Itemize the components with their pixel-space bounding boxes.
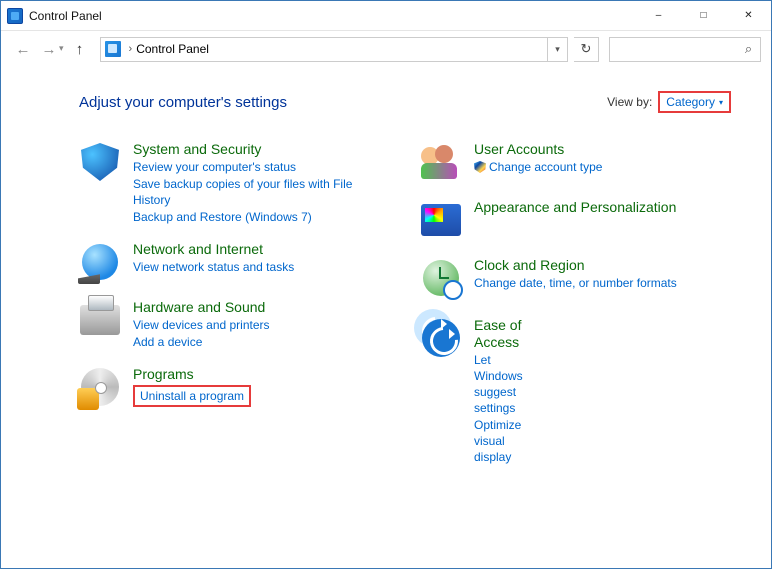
viewby-group: View by: Category ▾ [607,91,731,113]
link-add-device[interactable]: Add a device [133,334,270,350]
viewby-value: Category [666,95,715,109]
up-button[interactable]: ↑ [68,37,92,61]
chevron-down-icon: ▾ [719,98,723,107]
user-accounts-title[interactable]: User Accounts [474,141,602,158]
page-heading: Adjust your computer's settings [79,94,287,111]
hardware-title[interactable]: Hardware and Sound [133,299,270,316]
highlight-uninstall: Uninstall a program [133,385,251,407]
forward-button[interactable]: → [37,37,61,61]
link-backup-restore[interactable]: Backup and Restore (Windows 7) [133,209,390,225]
category-columns: System and Security Review your computer… [79,135,731,418]
programs-title[interactable]: Programs [133,366,251,383]
network-title[interactable]: Network and Internet [133,241,294,258]
content: Adjust your computer's settings View by:… [1,67,771,418]
globe-icon [79,241,121,283]
heading-row: Adjust your computer's settings View by:… [79,91,731,113]
link-devices-printers[interactable]: View devices and printers [133,317,270,333]
cd-icon [79,366,121,408]
breadcrumb-root[interactable]: Control Panel [136,42,209,56]
refresh-button[interactable]: ↻ [574,37,599,62]
breadcrumb-sep: › [129,43,133,55]
link-suggest-settings[interactable]: Let Windows suggest settings [474,352,523,416]
titlebar: Control Panel – □ ✕ [1,1,771,31]
right-column: User Accounts Change account type Appear… [420,135,731,418]
appearance-title[interactable]: Appearance and Personalization [474,199,676,216]
link-change-account-type-text: Change account type [489,160,602,174]
category-clock-region: Clock and Region Change date, time, or n… [420,251,731,309]
link-uninstall-program[interactable]: Uninstall a program [140,389,244,403]
window-buttons: – □ ✕ [636,1,771,30]
minimize-button[interactable]: – [636,1,681,30]
back-button[interactable]: ← [11,37,35,61]
address-dropdown[interactable]: ▾ [547,38,567,61]
search-icon[interactable]: ⌕ [741,42,756,57]
users-icon [420,141,462,183]
link-change-account-type[interactable]: Change account type [474,159,602,175]
close-button[interactable]: ✕ [726,1,771,30]
uac-shield-icon [474,161,486,173]
search-input[interactable] [610,38,760,61]
left-column: System and Security Review your computer… [79,135,390,418]
category-network: Network and Internet View network status… [79,235,390,293]
shield-icon [79,141,121,183]
address-bar[interactable]: › Control Panel ▾ [100,37,568,62]
clock-region-title[interactable]: Clock and Region [474,257,677,274]
window-title: Control Panel [29,9,102,23]
clock-icon [420,257,462,299]
category-programs: Programs Uninstall a program [79,360,390,418]
category-user-accounts: User Accounts Change account type [420,135,731,193]
history-dropdown[interactable]: ▾ [59,43,64,54]
nav-row: ← → ▾ ↑ › Control Panel ▾ ↻ ⌕ [1,31,771,67]
viewby-dropdown[interactable]: Category ▾ [658,91,731,113]
ease-of-access-icon [420,317,462,359]
link-optimize-display[interactable]: Optimize visual display [474,417,523,465]
maximize-button[interactable]: □ [681,1,726,30]
link-file-history[interactable]: Save backup copies of your files with Fi… [133,176,390,208]
search-box[interactable]: ⌕ [609,37,761,62]
viewby-label: View by: [607,95,652,109]
link-review-status[interactable]: Review your computer's status [133,159,390,175]
control-panel-icon [7,8,23,24]
address-icon [105,41,121,57]
printer-icon [79,299,121,341]
link-change-date-time[interactable]: Change date, time, or number formats [474,275,677,291]
category-hardware: Hardware and Sound View devices and prin… [79,293,390,360]
system-security-title[interactable]: System and Security [133,141,390,158]
link-network-status[interactable]: View network status and tasks [133,259,294,275]
palette-icon [420,199,462,241]
category-appearance: Appearance and Personalization [420,193,731,251]
category-system-security: System and Security Review your computer… [79,135,390,235]
category-ease-of-access[interactable]: Ease of Access Let Windows suggest setti… [414,309,452,347]
ease-of-access-title[interactable]: Ease of Access [474,317,523,351]
